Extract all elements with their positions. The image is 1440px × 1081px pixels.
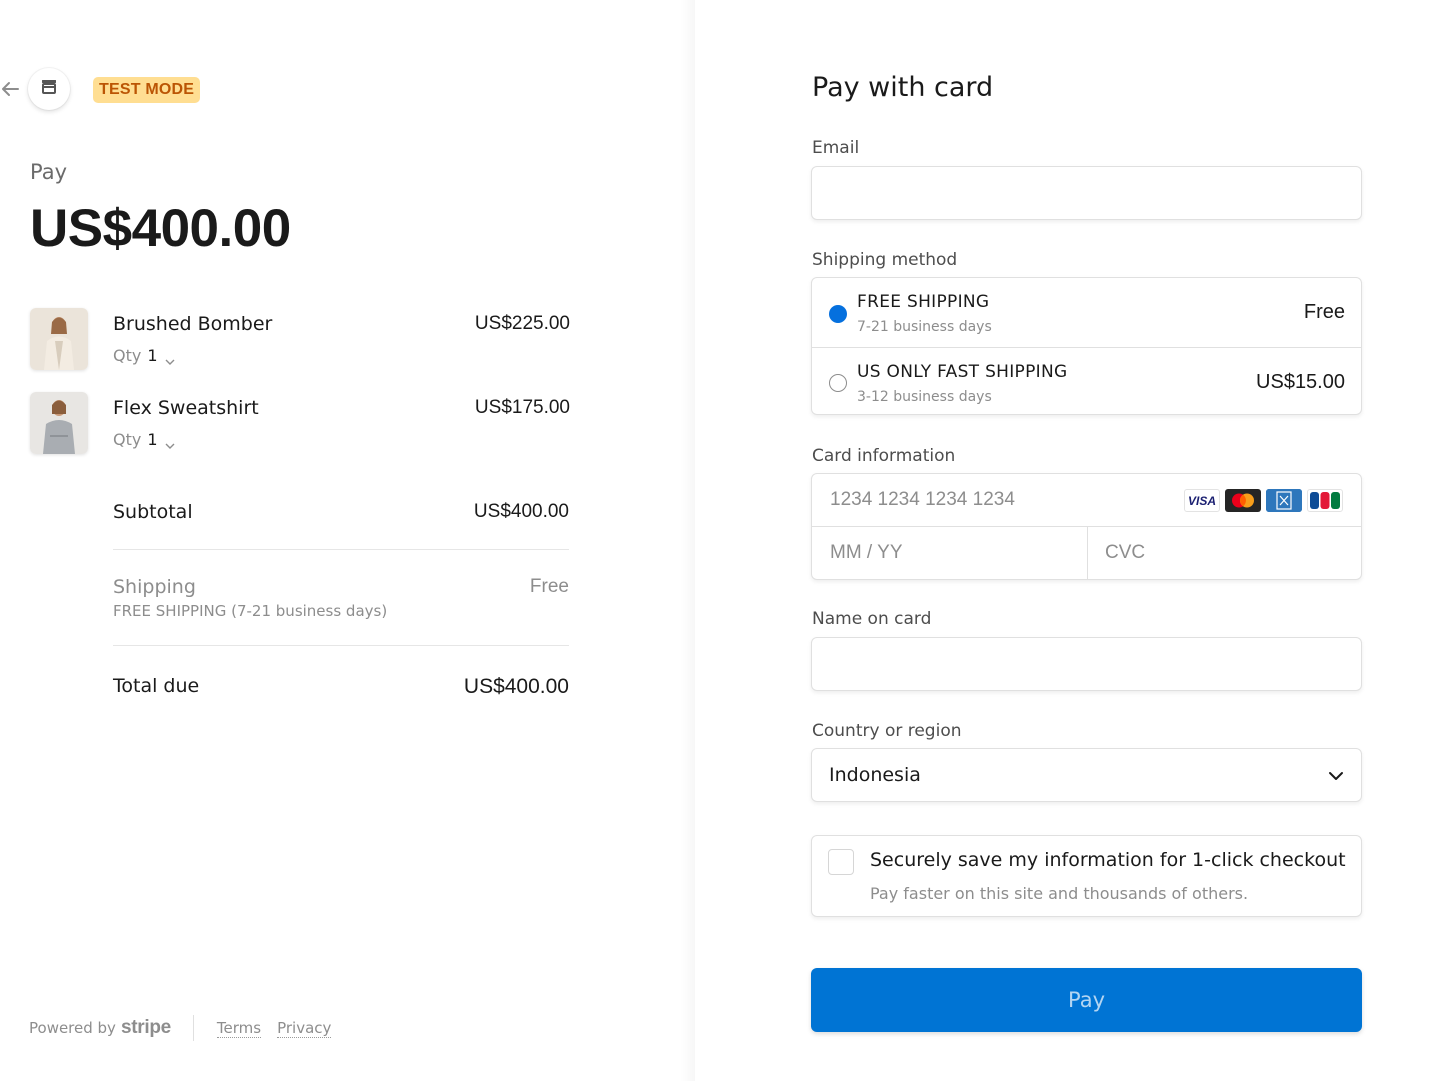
country-label: Country or region (812, 721, 962, 741)
line-item: Flex Sweatshirt US$175.00 Qty 1 (30, 392, 570, 454)
store-button[interactable] (28, 68, 70, 110)
pay-button[interactable]: Pay (811, 968, 1362, 1032)
qty-selector[interactable]: Qty 1 (113, 346, 175, 365)
amex-icon (1266, 489, 1302, 512)
form-title: Pay with card (812, 72, 994, 103)
shipping-option-fast[interactable]: US ONLY FAST SHIPPING 3-12 business days… (812, 347, 1361, 416)
card-information-label: Card information (812, 446, 956, 466)
product-image-brushed-bomber (30, 308, 88, 370)
card-number-input[interactable]: 1234 1234 1234 1234 (830, 489, 1015, 511)
country-value: Indonesia (829, 764, 921, 786)
save-info-title: Securely save my information for 1-click… (870, 849, 1346, 871)
terms-link[interactable]: Terms (216, 1019, 262, 1038)
name-on-card-label: Name on card (812, 609, 932, 629)
radio-unselected[interactable] (829, 374, 847, 392)
powered-by-label: Powered by (29, 1019, 116, 1037)
shipping-method-group: FREE SHIPPING 7-21 business days Free US… (811, 277, 1362, 415)
mastercard-icon (1225, 489, 1261, 512)
shipping-option-name: FREE SHIPPING (857, 292, 990, 312)
powered-by-stripe[interactable]: Powered by stripe (29, 1017, 171, 1039)
store-icon (40, 78, 58, 100)
shipping-detail: FREE SHIPPING (7-21 business days) (113, 602, 388, 620)
shipping-option-days: 7-21 business days (857, 319, 992, 335)
jcb-icon (1307, 489, 1343, 512)
shipping-option-name: US ONLY FAST SHIPPING (857, 362, 1068, 382)
card-brands: VISA (1184, 489, 1343, 512)
shipping-option-price: Free (1303, 301, 1345, 323)
subtotal-row: Subtotal US$400.00 (113, 501, 569, 523)
shipping-label: Shipping (113, 576, 196, 598)
shipping-option-free[interactable]: FREE SHIPPING 7-21 business days Free (812, 278, 1361, 347)
qty-label: Qty (113, 430, 142, 449)
qty-value: 1 (147, 346, 158, 365)
qty-selector[interactable]: Qty 1 (113, 430, 175, 449)
shipping-option-days: 3-12 business days (857, 389, 992, 405)
save-info-box: Securely save my information for 1-click… (811, 835, 1362, 917)
card-expiry-input[interactable]: MM / YY (830, 542, 903, 564)
stripe-logo: stripe (120, 1017, 171, 1038)
shipping-option-price: US$15.00 (1256, 371, 1345, 393)
shipping-value: Free (529, 576, 569, 597)
email-field[interactable] (811, 166, 1362, 220)
save-info-checkbox[interactable] (828, 849, 854, 875)
test-mode-badge: TEST MODE (93, 77, 201, 103)
chevron-down-icon (165, 352, 175, 365)
total-value: US$400.00 (463, 675, 569, 698)
shipping-method-label: Shipping method (812, 250, 958, 270)
card-divider (1087, 527, 1088, 579)
qty-value: 1 (147, 430, 158, 449)
order-summary-panel (0, 0, 695, 1081)
chevron-down-icon (165, 436, 175, 449)
name-on-card-field[interactable] (811, 637, 1362, 691)
footer-separator (192, 1015, 194, 1041)
item-name: Brushed Bomber (113, 313, 273, 335)
email-label: Email (812, 138, 860, 158)
shipping-row: Shipping FREE SHIPPING (7-21 business da… (113, 576, 569, 620)
product-image-flex-sweatshirt (30, 392, 88, 454)
radio-selected[interactable] (829, 305, 847, 323)
divider (113, 645, 569, 646)
qty-label: Qty (113, 346, 142, 365)
item-price: US$175.00 (474, 397, 570, 418)
back-arrow-icon[interactable] (0, 78, 22, 100)
panel-divider-shadow (680, 0, 696, 1081)
total-row: Total due US$400.00 (113, 675, 569, 698)
item-price: US$225.00 (474, 313, 570, 334)
subtotal-value: US$400.00 (473, 501, 569, 522)
divider (113, 549, 569, 550)
footer: Powered by stripe Terms Privacy (29, 1015, 347, 1041)
chevron-down-icon (1327, 767, 1345, 785)
visa-icon: VISA (1184, 489, 1220, 512)
pay-label: Pay (30, 160, 68, 184)
item-name: Flex Sweatshirt (113, 397, 259, 419)
line-item: Brushed Bomber US$225.00 Qty 1 (30, 308, 570, 370)
privacy-link[interactable]: Privacy (277, 1019, 332, 1038)
card-cvc-input[interactable]: CVC (1105, 542, 1145, 564)
pay-amount: US$400.00 (30, 199, 291, 258)
save-info-subtitle: Pay faster on this site and thousands of… (870, 884, 1249, 903)
country-select[interactable]: Indonesia (811, 748, 1362, 802)
card-information-group: 1234 1234 1234 1234 VISA MM / YY CVC (811, 473, 1362, 580)
